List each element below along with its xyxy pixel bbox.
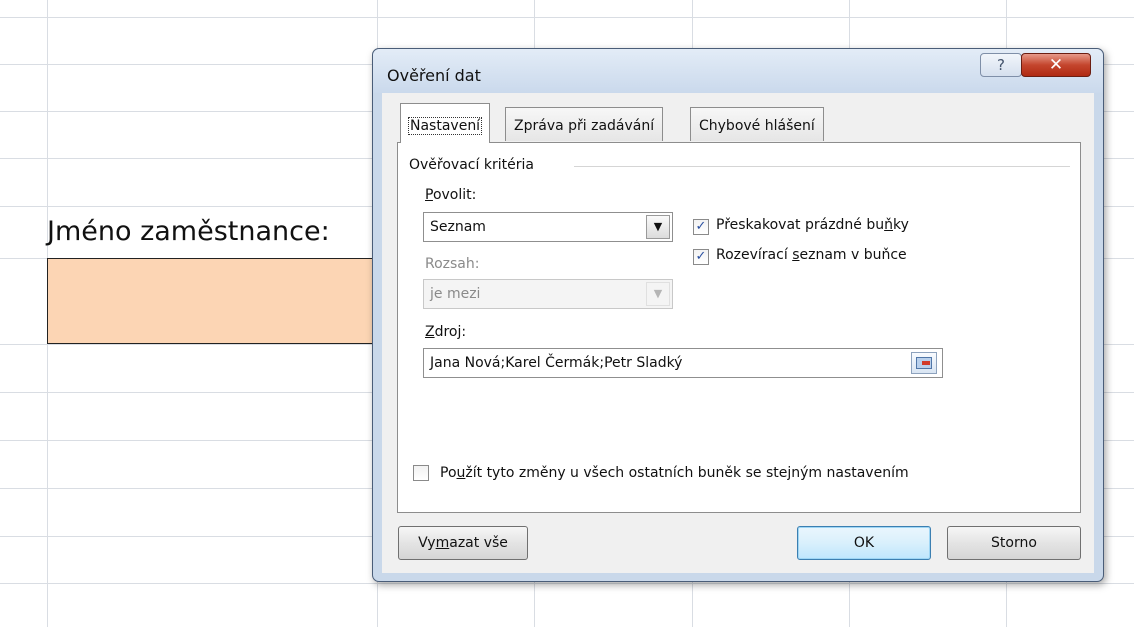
tab-label: Chybové hlášení	[699, 118, 815, 134]
checkmark-icon: ✓	[695, 249, 707, 264]
label-text: Přeskakovat prázdné bu	[716, 217, 885, 233]
tab-label: Nastavení	[407, 117, 483, 135]
cancel-button[interactable]: Storno	[947, 526, 1081, 560]
collapse-dialog-icon[interactable]	[911, 352, 937, 374]
dialog-title: Ověření dat	[387, 66, 481, 85]
label-key: ň	[884, 217, 893, 233]
button-text: Vy	[418, 535, 436, 551]
dialog-titlebar[interactable]: Ověření dat ? ✕	[373, 49, 1103, 93]
checkmark-icon: ✓	[695, 219, 707, 234]
range-select-value: je mezi	[430, 286, 481, 302]
allow-select-value: Seznam	[430, 219, 486, 235]
allow-label: Povolit:	[425, 187, 476, 203]
allow-select[interactable]: Seznam ▼	[423, 212, 673, 242]
range-label: Rozsah:	[425, 256, 480, 272]
settings-panel: Ověřovací kritéria Povolit: Seznam ▼ ✓ P…	[397, 142, 1081, 513]
allow-label-key: P	[425, 187, 433, 203]
button-key: m	[435, 535, 450, 551]
employee-name-cell[interactable]	[47, 258, 377, 344]
tab-input-message[interactable]: Zpráva při zadávání	[505, 107, 664, 141]
tab-error-alert[interactable]: Chybové hlášení	[690, 107, 824, 141]
help-button[interactable]: ?	[980, 53, 1022, 77]
source-input[interactable]: Jana Nová;Karel Čermák;Petr Sladký	[423, 348, 943, 378]
source-label-key: Z	[425, 324, 435, 340]
in-cell-dropdown-checkbox[interactable]: ✓	[693, 249, 709, 265]
close-button[interactable]: ✕	[1021, 53, 1091, 77]
source-label-text: droj:	[434, 324, 467, 340]
allow-label-text: ovolit:	[432, 187, 477, 203]
label-text: žít tyto změny u všech ostatních buněk s…	[465, 465, 909, 481]
apply-to-all-label[interactable]: Použít tyto změny u všech ostatních buně…	[440, 465, 909, 481]
in-cell-dropdown-label[interactable]: Rozevírací seznam v buňce	[716, 247, 907, 263]
apply-to-all-checkbox[interactable]	[413, 465, 429, 481]
chevron-down-icon: ▼	[646, 282, 670, 306]
range-select: je mezi ▼	[423, 279, 673, 309]
group-divider	[574, 166, 1070, 167]
grid-line	[0, 17, 1134, 18]
criteria-group-title: Ověřovací kritéria	[409, 157, 534, 173]
label-text: ky	[893, 217, 909, 233]
tab-settings[interactable]: Nastavení	[400, 103, 491, 143]
tab-label: Zpráva při zadávání	[514, 118, 655, 134]
label-text: Po	[440, 465, 457, 481]
ignore-blank-checkbox[interactable]: ✓	[693, 219, 709, 235]
ignore-blank-label[interactable]: Přeskakovat prázdné buňky	[716, 217, 909, 233]
chevron-down-icon[interactable]: ▼	[646, 215, 670, 239]
employee-name-label: Jméno zaměstnance:	[47, 216, 330, 247]
source-label: Zdroj:	[425, 324, 466, 340]
grid-line	[0, 583, 1134, 584]
dialog-body: Nastavení Zpráva při zadávání Chybové hl…	[382, 93, 1094, 573]
label-text: eznam v buňce	[799, 247, 907, 263]
clear-all-button[interactable]: Vymazat vše	[398, 526, 528, 560]
source-input-value: Jana Nová;Karel Čermák;Petr Sladký	[430, 355, 683, 371]
ok-button[interactable]: OK	[797, 526, 931, 560]
button-text: azat vše	[449, 535, 508, 551]
label-text: Rozevírací	[716, 247, 793, 263]
data-validation-dialog: Ověření dat ? ✕ Nastavení Zpráva při zad…	[372, 48, 1104, 582]
